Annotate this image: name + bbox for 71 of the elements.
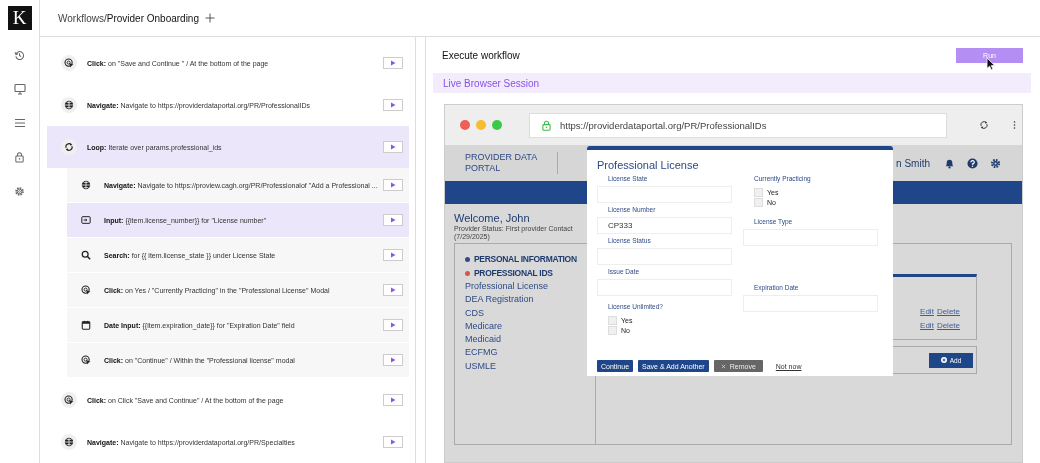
settings-icon[interactable] (14, 185, 25, 197)
address-bar[interactable]: https://providerdataportal.org/PR/ProfessionalIDs (529, 112, 947, 138)
panel-title: Execute workflow (442, 49, 520, 61)
bell-icon[interactable] (944, 157, 955, 169)
play-icon (390, 322, 396, 328)
globe-icon (81, 180, 91, 190)
play-button[interactable] (383, 179, 403, 191)
user-name: n Smith (896, 157, 930, 169)
play-button[interactable] (383, 284, 403, 296)
nav-section[interactable]: PROFESSIONAL IDS (474, 268, 553, 278)
settings-icon[interactable] (990, 157, 1001, 169)
checkbox[interactable] (608, 326, 617, 335)
cursor-icon (986, 57, 996, 71)
globe-icon (64, 437, 74, 447)
play-button[interactable] (383, 354, 403, 366)
maximize-dot[interactable] (492, 120, 502, 130)
close-dot[interactable] (460, 120, 470, 130)
minimize-dot[interactable] (476, 120, 486, 130)
play-button[interactable] (383, 99, 403, 111)
play-button[interactable] (383, 394, 403, 406)
globe-icon (64, 100, 74, 110)
checkbox[interactable] (754, 198, 763, 207)
session-title: Live Browser Session (443, 77, 540, 89)
cursor-target-icon (64, 395, 74, 405)
play-button[interactable] (383, 214, 403, 226)
plus-circle-icon (940, 357, 947, 363)
lock-icon[interactable] (14, 151, 25, 163)
modal-title: Professional License (597, 159, 700, 171)
play-icon (390, 397, 396, 403)
delete-link[interactable]: Delete (936, 321, 960, 335)
input-icon (81, 215, 91, 225)
cursor-target-icon (64, 58, 74, 68)
play-icon (390, 252, 396, 258)
sync-icon (64, 142, 74, 152)
play-icon (390, 182, 396, 188)
history-icon[interactable] (14, 49, 25, 61)
help-icon[interactable] (967, 157, 978, 169)
more-icon[interactable] (1013, 120, 1016, 130)
portal-brand: PROVIDER DATA PORTAL (465, 152, 538, 174)
play-icon (390, 357, 396, 363)
edit-link[interactable]: Edit (920, 307, 934, 321)
play-icon (390, 439, 396, 445)
app-logo[interactable]: K (7, 6, 32, 30)
play-button[interactable] (383, 57, 403, 69)
checkbox[interactable] (754, 188, 763, 197)
delete-link[interactable]: Delete (936, 307, 960, 321)
play-icon (390, 144, 396, 150)
lock-icon (542, 119, 551, 131)
breadcrumb: Workflows/Provider Onboarding (58, 12, 199, 24)
close-icon (720, 363, 726, 369)
reload-icon[interactable] (979, 120, 989, 130)
play-button[interactable] (383, 249, 403, 261)
welcome-heading: Welcome, John (454, 212, 530, 224)
input-field[interactable]: CP333 (597, 217, 732, 234)
cursor-target-icon (81, 285, 91, 295)
plus-icon[interactable] (205, 13, 215, 23)
search-icon (81, 250, 91, 260)
cursor-target-icon (81, 355, 91, 365)
monitor-icon[interactable] (13, 83, 26, 95)
menu-icon[interactable] (13, 118, 26, 128)
play-icon (390, 60, 396, 66)
play-icon (390, 102, 396, 108)
play-button[interactable] (383, 436, 403, 448)
nav-section[interactable]: PERSONAL INFORMATION (474, 254, 577, 264)
play-icon (390, 217, 396, 223)
play-button[interactable] (383, 319, 403, 331)
checkbox[interactable] (608, 316, 617, 325)
play-icon (390, 287, 396, 293)
calendar-icon (81, 320, 91, 330)
edit-link[interactable]: Edit (920, 321, 934, 335)
play-button[interactable] (383, 141, 403, 153)
